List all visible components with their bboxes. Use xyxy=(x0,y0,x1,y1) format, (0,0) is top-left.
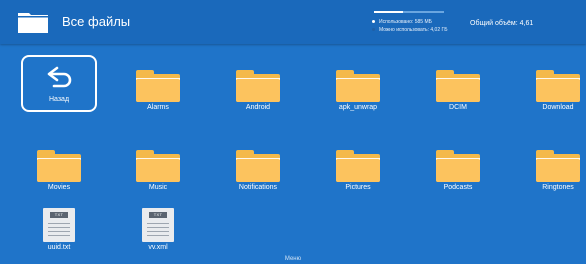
folder-label: Download xyxy=(542,104,574,111)
menu-label[interactable]: Меню xyxy=(0,254,586,264)
file-type-badge: TXT xyxy=(149,212,167,218)
folder-label: Pictures xyxy=(345,184,371,191)
folder-icon xyxy=(18,13,48,33)
folder-icon xyxy=(236,150,280,182)
folder-item[interactable]: Music xyxy=(118,134,198,198)
folder-label: Movies xyxy=(47,184,71,191)
folder-label: apk_unwrap xyxy=(338,104,378,111)
file-item[interactable]: TXT uuid.txt xyxy=(19,194,99,258)
folder-icon xyxy=(536,70,580,102)
folder-item[interactable]: Android xyxy=(218,54,298,118)
file-grid: Назад Alarms Android apk_unwrap DCIM Downloa… xyxy=(0,44,586,254)
top-bar: Все файлы Использовано: 585 МБ Можно исп… xyxy=(0,0,586,44)
file-item[interactable]: TXT vv.xml xyxy=(118,194,198,258)
storage-total-label: Общий объём: 4,61 xyxy=(470,20,534,27)
folder-item[interactable]: Notifications xyxy=(218,134,298,198)
folder-item[interactable]: Movies xyxy=(19,134,99,198)
folder-label: Notifications xyxy=(238,184,278,191)
folder-item[interactable]: Alarms xyxy=(118,54,198,118)
folder-item[interactable]: apk_unwrap xyxy=(318,54,398,118)
file-label: vv.xml xyxy=(148,244,168,251)
folder-icon xyxy=(136,150,180,182)
used-dot-icon xyxy=(372,20,375,24)
folder-icon xyxy=(436,70,480,102)
folder-item[interactable]: DCIM xyxy=(418,54,498,118)
storage-used-label: Использовано: 585 МБ xyxy=(379,19,432,25)
free-dot-icon xyxy=(372,28,375,32)
file-type-badge: TXT xyxy=(50,212,68,218)
folder-icon xyxy=(136,70,180,102)
text-file-icon: TXT xyxy=(142,208,174,242)
storage-free-label: Можно использовать: 4,02 ГБ xyxy=(379,27,448,33)
back-label: Назад xyxy=(48,96,70,103)
folder-icon xyxy=(436,150,480,182)
folder-label: DCIM xyxy=(449,104,467,111)
folder-label: Alarms xyxy=(147,104,169,111)
folder-item[interactable]: Pictures xyxy=(318,134,398,198)
folder-icon xyxy=(37,150,81,182)
folder-label: Android xyxy=(245,104,271,111)
folder-item[interactable]: Ringtones xyxy=(518,134,586,198)
storage-used-row: Использовано: 585 МБ xyxy=(372,18,432,26)
folder-label: Ringtones xyxy=(542,184,574,191)
folder-label: Music xyxy=(148,184,168,191)
folder-item[interactable]: Download xyxy=(518,54,586,118)
folder-icon xyxy=(336,70,380,102)
folder-icon xyxy=(336,150,380,182)
file-label: uuid.txt xyxy=(47,244,71,251)
back-arrow-icon xyxy=(47,66,72,88)
text-file-icon: TXT xyxy=(43,208,75,242)
folder-label: Podcasts xyxy=(443,184,473,191)
folder-icon xyxy=(236,70,280,102)
page-title: Все файлы xyxy=(62,14,131,29)
storage-usage-fill xyxy=(374,11,404,13)
folder-icon xyxy=(536,150,580,182)
back-button[interactable]: Назад xyxy=(21,55,97,112)
folder-item[interactable]: Podcasts xyxy=(418,134,498,198)
storage-free-row: Можно использовать: 4,02 ГБ xyxy=(372,26,448,34)
